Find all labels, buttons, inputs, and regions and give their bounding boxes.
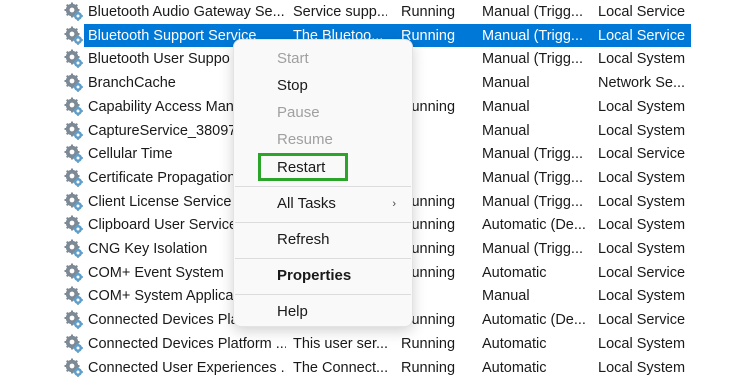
- gear-icon: [64, 239, 84, 259]
- service-startup-type: Automatic: [482, 264, 547, 281]
- service-startup-type: Automatic (De...: [482, 217, 586, 234]
- service-startup-type: Manual (Trigg...: [482, 146, 583, 163]
- service-status: Running: [401, 335, 456, 352]
- service-startup-type: Manual (Trigg...: [482, 241, 583, 257]
- service-startup-type: Automatic: [482, 335, 547, 352]
- service-startup-type: Manual: [482, 122, 530, 139]
- menu-item-all-tasks[interactable]: All Tasks ›: [234, 192, 412, 216]
- gear-icon: [64, 310, 84, 330]
- menu-item-pause: Pause: [277, 104, 320, 121]
- menu-separator: [235, 222, 411, 223]
- service-startup-type: Manual (Trigg...: [482, 193, 583, 210]
- service-startup-type: Manual (Trigg...: [482, 27, 583, 44]
- context-menu: Start Stop Pause Resume Restart All Task…: [233, 39, 413, 327]
- menu-item-start: Start: [277, 50, 309, 67]
- service-log-on-as: Local System: [598, 241, 686, 257]
- menu-item-stop[interactable]: Stop: [234, 74, 412, 98]
- service-log-on-as: Local System: [598, 98, 686, 115]
- all-tasks-label: All Tasks: [277, 195, 336, 212]
- service-log-on-as: Local System: [598, 217, 686, 234]
- service-description: Service supp...: [293, 4, 387, 20]
- service-name: Connected Devices Platform ...: [88, 335, 286, 352]
- service-log-on-as: Local System: [598, 122, 686, 139]
- gear-icon: [64, 121, 84, 141]
- menu-item-properties[interactable]: Properties: [234, 264, 412, 288]
- service-startup-type: Manual: [482, 288, 530, 305]
- menu-separator: [235, 186, 411, 187]
- service-log-on-as: Local Service: [598, 312, 686, 329]
- gear-icon: [64, 26, 84, 46]
- service-log-on-as: Local System: [598, 51, 686, 68]
- gear-icon: [64, 334, 84, 354]
- service-status: Running: [401, 4, 456, 20]
- service-description: This user ser...: [293, 335, 387, 352]
- gear-icon: [64, 215, 84, 235]
- chevron-right-icon: ›: [392, 198, 396, 210]
- restart-highlight-box: [258, 153, 348, 181]
- service-startup-type: Automatic (De...: [482, 312, 586, 329]
- gear-icon: [64, 97, 84, 117]
- gear-icon: [64, 263, 84, 283]
- service-log-on-as: Local Service: [598, 264, 686, 281]
- gear-icon: [64, 2, 84, 22]
- service-startup-type: Manual: [482, 98, 530, 115]
- table-row[interactable]: Connected Devices Platform ... This user …: [0, 332, 750, 355]
- menu-item-help[interactable]: Help: [234, 300, 412, 324]
- table-row[interactable]: Bluetooth Audio Gateway Se... Service sup…: [0, 0, 750, 23]
- service-log-on-as: Local System: [598, 335, 686, 352]
- service-name: Bluetooth Audio Gateway Se...: [88, 4, 285, 20]
- gear-icon: [64, 286, 84, 306]
- service-log-on-as: Local Service: [598, 4, 686, 20]
- gear-icon: [64, 73, 84, 93]
- service-log-on-as: Local System: [598, 193, 686, 210]
- menu-separator: [235, 294, 411, 295]
- table-row[interactable]: Connected User Experiences ... The Connec…: [0, 356, 750, 379]
- service-startup-type: Manual (Trigg...: [482, 4, 583, 20]
- menu-separator: [235, 258, 411, 259]
- gear-icon: [64, 168, 84, 188]
- service-startup-type: Manual: [482, 75, 530, 92]
- service-log-on-as: Local System: [598, 169, 686, 186]
- service-log-on-as: Local System: [598, 288, 686, 305]
- service-startup-type: Manual (Trigg...: [482, 169, 583, 186]
- service-log-on-as: Local Service: [598, 146, 686, 163]
- menu-item-resume: Resume: [277, 131, 333, 148]
- menu-item-refresh[interactable]: Refresh: [234, 228, 412, 252]
- gear-icon: [64, 144, 84, 164]
- service-log-on-as: Local Service: [598, 27, 686, 44]
- gear-icon: [64, 192, 84, 212]
- gear-icon: [64, 49, 84, 69]
- service-log-on-as: Network Se...: [598, 75, 686, 92]
- service-startup-type: Manual (Trigg...: [482, 51, 583, 68]
